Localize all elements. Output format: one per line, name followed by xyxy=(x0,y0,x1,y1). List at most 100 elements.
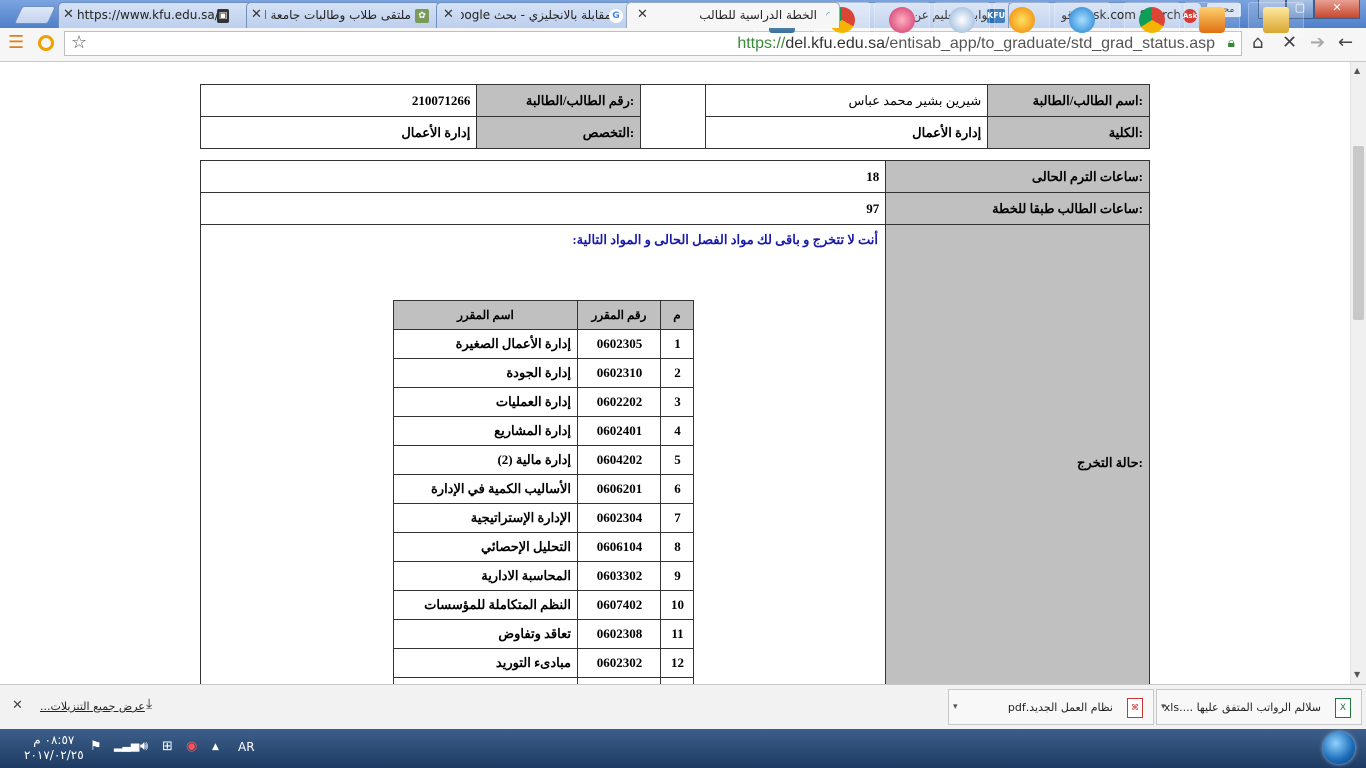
student-name-value: شيرين بشير محمد عباس xyxy=(704,84,989,117)
course-rows: إدارة الأعمال الصغيرة 0602305 1 إدارة الجود… xyxy=(393,329,694,684)
student-id-value: 210071266 xyxy=(199,84,478,117)
course-number: 9 xyxy=(660,561,694,591)
tab-title: مقابلة بالانجليزي - بحث Google xyxy=(461,8,611,22)
taskbar-app-messenger[interactable] xyxy=(934,2,990,37)
taskbar-app-opera[interactable] xyxy=(874,2,930,37)
tab-forum[interactable]: ملتقى طلاب وطالبات جامعة الملك ✿ ✕ xyxy=(246,2,440,28)
volume-icon[interactable]: 🔊︎ xyxy=(140,739,148,754)
start-button[interactable] xyxy=(1318,729,1358,768)
dropdown-arrow-icon[interactable]: ▾ xyxy=(953,702,958,712)
media-player-icon xyxy=(1199,7,1225,33)
google-icon: G xyxy=(609,9,623,23)
course-name-header: اسم المقرر xyxy=(393,300,578,330)
tab-title: ملتقى طلاب وطالبات جامعة الملك xyxy=(265,8,411,22)
pdf-file-icon: ⌘ xyxy=(1127,698,1143,718)
language-indicator[interactable]: AR xyxy=(238,740,255,754)
loading-icon: ◜ xyxy=(826,11,830,21)
url-path: /entisab_app/to_graduate/std_grad_status… xyxy=(884,35,1215,52)
new-tab-button[interactable] xyxy=(13,6,57,24)
download-filename: سلالم الرواتب المتفق عليها ....xls xyxy=(1163,701,1321,714)
taskbar-app-chrome[interactable] xyxy=(1124,2,1180,37)
menu-icon[interactable]: ☰ xyxy=(8,32,24,54)
forum-icon: ✿ xyxy=(415,9,429,23)
back-icon[interactable]: ← xyxy=(1338,32,1353,54)
course-row: إدارة الأعمال الصغيرة 0602305 1 xyxy=(393,329,694,359)
clock-date: ٢٠١٧/٠٢/٢٥ xyxy=(24,748,84,762)
window-close-button[interactable]: ✕ xyxy=(1314,0,1360,19)
taskbar-app-avast[interactable] xyxy=(994,2,1050,37)
course-code: 0607402 xyxy=(577,590,661,620)
page-scrollbar[interactable]: ▲ ▼ xyxy=(1350,62,1366,684)
close-icon[interactable]: ✕ xyxy=(443,7,454,22)
chrome-icon xyxy=(1139,7,1165,33)
course-number: 4 xyxy=(660,416,694,446)
internet-explorer-icon xyxy=(1069,7,1095,33)
course-row: تعاقد وتفاوض 0602308 11 xyxy=(393,619,694,649)
clock-time: ٠٨:٥٧ م xyxy=(33,733,75,747)
excel-file-icon: X xyxy=(1335,698,1351,718)
taskbar-app-media-player[interactable] xyxy=(1184,2,1240,37)
course-name: النظم المتكاملة للمؤسسات xyxy=(393,590,578,620)
course-name: إدارة مالية (2) xyxy=(393,445,578,475)
course-row: المحاسبة الادارية 0603302 9 xyxy=(393,561,694,591)
windows-update-icon[interactable]: ⊞ xyxy=(162,739,173,754)
scrollbar-thumb[interactable] xyxy=(1353,146,1364,320)
major-value: إدارة الأعمال xyxy=(199,116,478,149)
course-name: إدارة الجودة xyxy=(393,358,578,388)
plan-hours-label: ساعات الطالب طبقا للخطة: xyxy=(885,192,1150,225)
course-row: الأساليب الكمية في الإدارة 0606201 6 xyxy=(393,474,694,504)
course-code: 0604202 xyxy=(577,445,661,475)
url-host: del.kfu.edu.sa xyxy=(785,35,885,52)
download-bar: ✕ عرض جميع التنزيلات... ⤓ ▾ نظام العمل ا… xyxy=(0,684,1366,730)
antivirus-icon[interactable]: ◉ xyxy=(186,739,197,754)
star-icon[interactable]: ☆ xyxy=(71,32,87,54)
download-filename: نظام العمل الجديد.pdf xyxy=(1007,701,1113,714)
scroll-down-icon[interactable]: ▼ xyxy=(1354,670,1360,679)
scroll-up-icon[interactable]: ▲ xyxy=(1354,66,1360,75)
url-scheme: https:// xyxy=(737,35,786,52)
graduation-status-message: أنت لا تتخرج و باقى لك مواد الفصل الحالى… xyxy=(572,232,878,247)
taskbar-app-ie[interactable] xyxy=(1054,2,1110,37)
course-code: 0602308 xyxy=(577,619,661,649)
course-row: النظم المتكاملة للمؤسسات 0607402 10 xyxy=(393,590,694,620)
course-number: 7 xyxy=(660,503,694,533)
spacer-cell xyxy=(640,84,706,149)
tab-title: الخطة الدراسية للطالب xyxy=(699,8,817,22)
tab-study-plan[interactable]: الخطة الدراسية للطالب ◜ ✕ xyxy=(626,2,840,28)
download-item-xls[interactable]: ▾ سلالم الرواتب المتفق عليها ....xls X xyxy=(1156,689,1362,725)
opera-icon xyxy=(889,7,915,33)
show-hidden-icons-icon[interactable]: ▲ xyxy=(212,742,219,752)
close-icon[interactable]: ✕ xyxy=(63,7,74,22)
college-label: الكلية: xyxy=(987,116,1150,149)
url-text[interactable]: https://del.kfu.edu.sa/entisab_app/to_gr… xyxy=(737,35,1215,53)
taskbar-clock[interactable]: ٠٨:٥٧ م ٢٠١٧/٠٢/٢٥ xyxy=(24,733,84,763)
taskbar-app-explorer[interactable] xyxy=(1248,2,1304,37)
download-icon: ⤓ xyxy=(146,696,153,712)
plan-hours-value: 97 xyxy=(199,192,887,225)
close-icon[interactable]: ✕ xyxy=(251,7,262,22)
windows-taskbar xyxy=(0,729,1366,768)
close-download-bar-icon[interactable]: ✕ xyxy=(12,698,23,713)
download-item-pdf[interactable]: ▾ نظام العمل الجديد.pdf ⌘ xyxy=(948,689,1154,725)
network-signal-icon[interactable]: ▂▃▅ xyxy=(114,739,139,752)
college-value: إدارة الأعمال xyxy=(704,116,989,149)
course-name: تعاقد وتفاوض xyxy=(393,619,578,649)
extension-icon[interactable] xyxy=(38,32,54,54)
course-code: 0603302 xyxy=(577,561,661,591)
tab-title: https://www.kfu.edu.sa/ar xyxy=(77,8,227,22)
course-code-header: رقم المقرر xyxy=(577,300,661,330)
course-name: مبادىء التوريد xyxy=(393,648,578,678)
close-icon[interactable]: ✕ xyxy=(637,7,648,22)
course-num-header: م xyxy=(660,300,694,330)
course-code: 0602304 xyxy=(577,503,661,533)
action-center-icon[interactable]: ⚑ xyxy=(90,739,102,754)
tab-kfu-ar[interactable]: https://www.kfu.edu.sa/ar ▣ ✕ xyxy=(58,2,252,28)
avast-icon xyxy=(1009,7,1035,33)
course-number: 8 xyxy=(660,532,694,562)
course-number: 11 xyxy=(660,619,694,649)
course-code: 0606104 xyxy=(577,532,661,562)
show-all-downloads-link[interactable]: عرض جميع التنزيلات... xyxy=(40,700,145,713)
tab-google-search[interactable]: مقابلة بالانجليزي - بحث Google G ✕ xyxy=(436,2,632,28)
forward-icon[interactable]: ➔ xyxy=(1310,32,1325,54)
course-code: 0602302 xyxy=(577,648,661,678)
